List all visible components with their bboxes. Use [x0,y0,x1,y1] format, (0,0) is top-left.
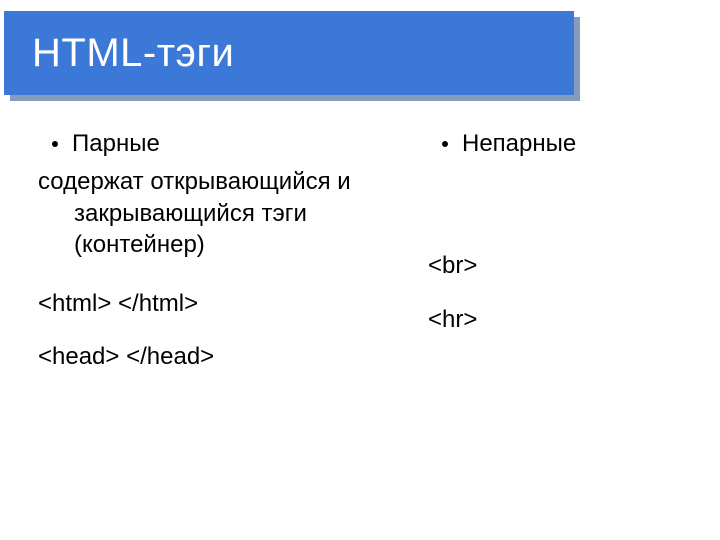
unpaired-example-1: <br> [428,250,690,281]
spacer [428,160,690,250]
paired-heading: Парные [72,128,160,160]
paired-description: содержат открывающийся и закрывающийся т… [38,166,418,260]
slide: HTML-тэги Парные содержат открывающийся … [0,0,720,540]
slide-content: Парные содержат открывающийся и закрываю… [38,128,690,520]
unpaired-heading: Непарные [462,128,576,160]
paired-example-2: <head> </head> [38,341,418,372]
right-column: Непарные <br> <hr> [428,128,690,520]
bullet-icon [442,141,448,147]
title-bar: HTML-тэги [4,11,574,95]
paired-heading-row: Парные [38,128,418,160]
unpaired-example-2: <hr> [428,304,690,335]
left-column: Парные содержат открывающийся и закрываю… [38,128,428,520]
unpaired-heading-row: Непарные [428,128,690,160]
bullet-icon [52,141,58,147]
paired-example-1: <html> </html> [38,288,418,319]
slide-title: HTML-тэги [4,31,234,76]
